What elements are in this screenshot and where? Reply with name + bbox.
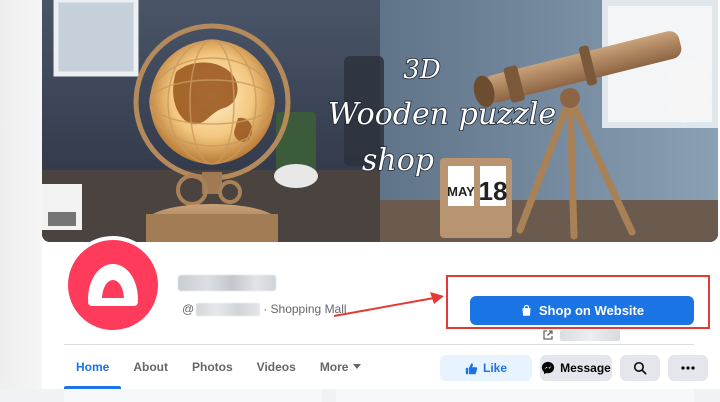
page-avatar[interactable]	[64, 236, 162, 334]
website-url-redacted	[560, 329, 620, 341]
tab-home[interactable]: Home	[64, 345, 122, 389]
caret-down-icon	[353, 364, 362, 369]
cover-headline-line-2: Wooden puzzle	[328, 97, 556, 132]
page-tabs: Home About Photos Videos More	[64, 345, 373, 389]
message-label: Message	[560, 361, 611, 375]
brand-logo-icon	[88, 264, 138, 306]
shop-on-website-button[interactable]: Shop on Website	[470, 296, 694, 325]
tab-about-label: About	[133, 360, 168, 374]
page-actions: Like Message	[440, 355, 708, 381]
handle-redacted	[196, 302, 261, 316]
tab-videos[interactable]: Videos	[245, 345, 308, 389]
left-background-strip	[0, 0, 42, 402]
search-icon	[633, 361, 647, 375]
shopping-bag-icon	[522, 304, 531, 316]
tab-more-label: More	[319, 360, 349, 374]
like-button[interactable]: Like	[440, 355, 532, 381]
tab-photos-label: Photos	[192, 360, 233, 374]
website-link-row[interactable]	[542, 329, 620, 341]
cover-headline-line-1: 3D	[403, 55, 441, 85]
feed-background	[0, 389, 720, 402]
search-button[interactable]	[620, 355, 660, 381]
tab-videos-label: Videos	[256, 360, 296, 374]
tab-photos[interactable]: Photos	[180, 345, 245, 389]
tab-more[interactable]: More	[308, 345, 374, 389]
messenger-icon	[542, 361, 555, 375]
calendar-month: MAY	[447, 184, 475, 199]
tab-home-label: Home	[76, 360, 110, 374]
annotation-arrow	[333, 292, 444, 317]
more-options-button[interactable]	[668, 355, 708, 381]
like-label: Like	[482, 361, 507, 375]
page-name-redacted	[178, 275, 276, 291]
feed-card-left	[64, 389, 322, 402]
handle-prefix: @	[182, 302, 195, 316]
tab-about[interactable]: About	[121, 345, 180, 389]
thumbs-up-icon	[465, 362, 478, 374]
shop-on-website-label: Shop on Website	[538, 303, 645, 318]
ellipsis-icon	[681, 366, 695, 370]
message-button[interactable]: Message	[540, 355, 612, 381]
calendar-day: 18	[479, 176, 508, 206]
external-link-icon	[543, 330, 553, 340]
cover-illustration: MAY 18 3D Wooden puzzle shop	[42, 0, 718, 242]
page-handle-row: @ · Shopping Mall	[182, 300, 347, 318]
cover-photo[interactable]: MAY 18 3D Wooden puzzle shop	[42, 0, 718, 242]
cover-headline-line-3: shop	[362, 143, 434, 178]
feed-card-right	[336, 389, 694, 402]
